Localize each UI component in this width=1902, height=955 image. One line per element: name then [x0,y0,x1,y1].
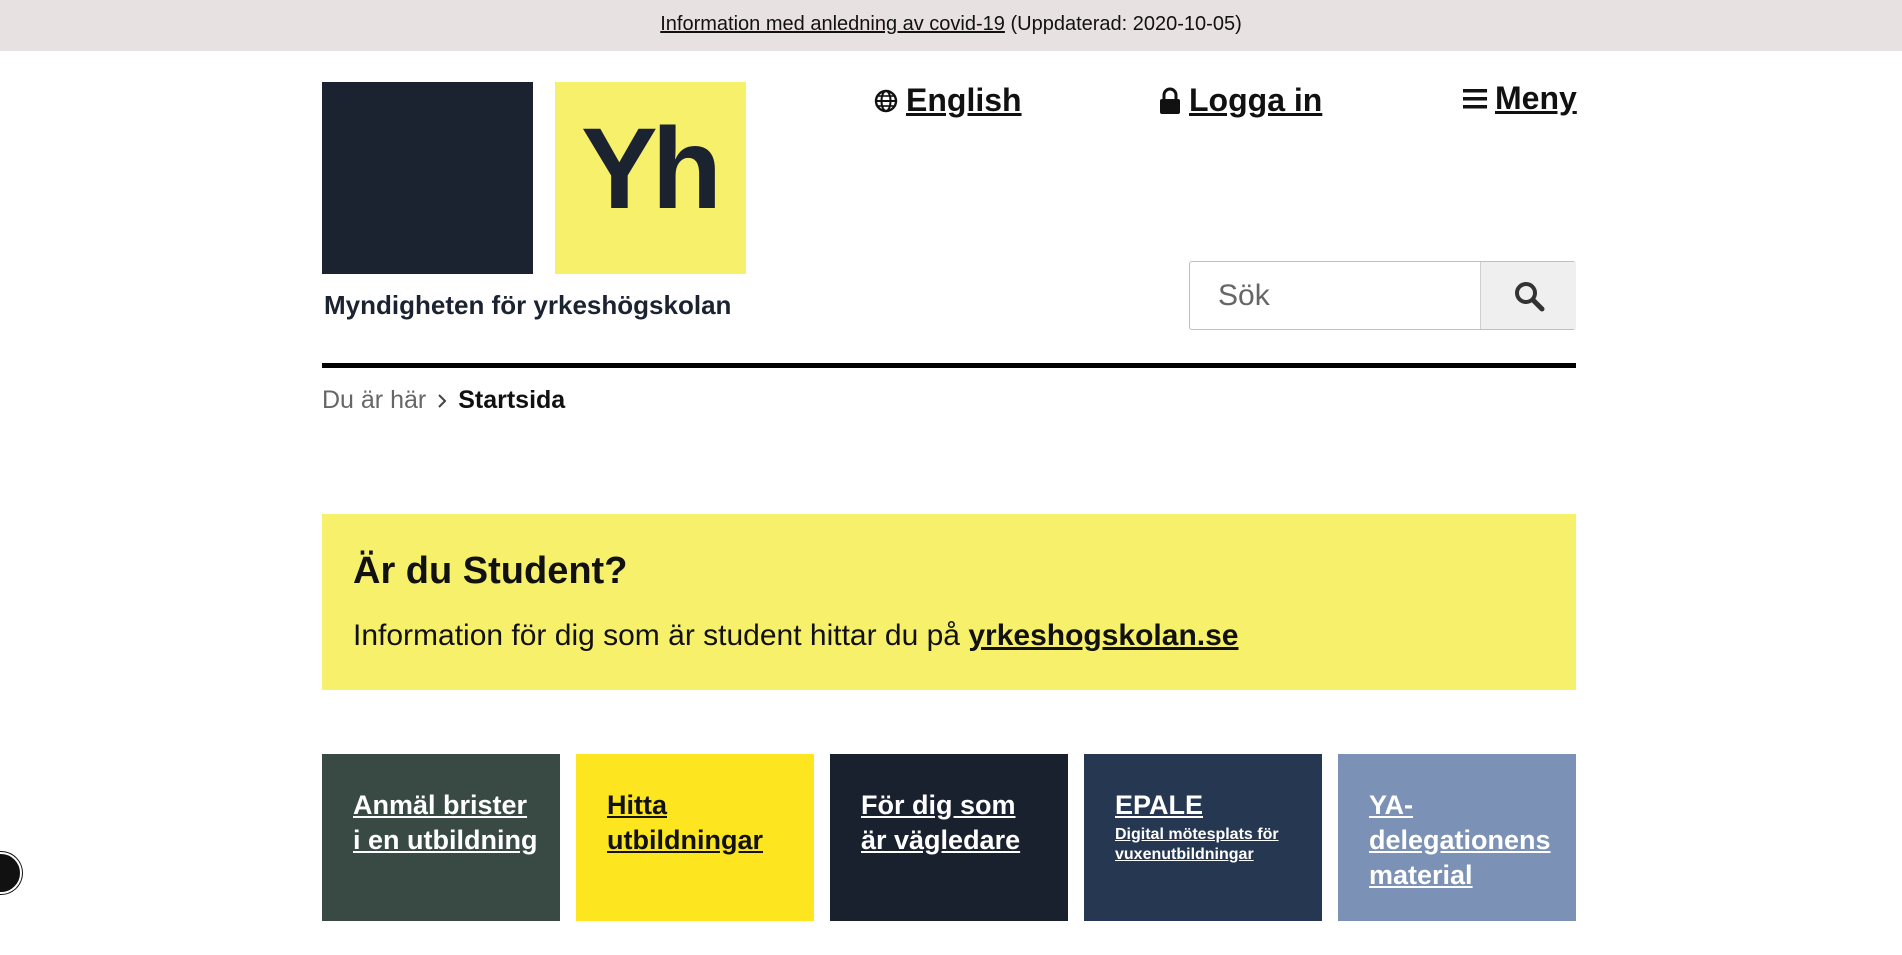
search-box [1189,261,1576,330]
tile-find-educations[interactable]: Hitta utbildningar [576,754,814,921]
student-banner-text: Information för dig som är student hitta… [353,619,1238,653]
header-divider [322,363,1576,368]
tile-label: YA-delegationens material [1369,790,1551,890]
logo-agency-name: Myndigheten för yrkeshögskolan [324,290,732,320]
chevron-right-icon [438,393,447,408]
menu-label: Meny [1495,80,1577,116]
tile-label: EPALE [1115,790,1204,820]
breadcrumb-label: Du är här [322,386,427,414]
logo-yh-block: Yh [555,82,746,274]
student-banner-link[interactable]: yrkeshogskolan.se [968,619,1238,652]
tile-ya-delegation-material[interactable]: YA-delegationens material [1338,754,1576,921]
login-link[interactable]: Logga in [1159,82,1322,119]
language-english-label: English [906,82,1022,118]
tile-for-counselors[interactable]: För dig som är vägledare [830,754,1068,921]
logo-m-glyph: M [322,82,533,274]
student-banner-title: Är du Student? [353,550,628,592]
search-button[interactable] [1480,262,1576,329]
search-input[interactable] [1190,262,1476,329]
breadcrumb: Du är här Startsida [322,386,565,415]
logo-m-block: M [322,82,533,274]
tile-label: Hitta utbildningar [607,790,763,855]
tile-label: För dig som är vägledare [861,790,1021,855]
tile-report-deficiencies[interactable]: Anmäl brister i en utbildning [322,754,560,921]
hamburger-icon [1463,88,1487,108]
lock-icon [1160,87,1180,114]
student-banner: Är du Student? Information för dig som ä… [322,514,1576,690]
breadcrumb-current: Startsida [458,386,566,414]
language-english-link[interactable]: English [874,82,1022,119]
menu-button[interactable]: Meny [1463,80,1577,117]
page-container: M Yh Myndigheten för yrkeshögskolan Engl… [322,0,1577,955]
login-label: Logga in [1189,82,1323,118]
tile-label: Anmäl brister i en utbildning [353,790,538,855]
logo-m-text: M [322,82,533,274]
student-banner-body: Information för dig som är student hitta… [353,619,960,652]
tile-sublabel: Digital mötesplats för vuxenutbildningar [1115,826,1279,863]
globe-icon [874,89,898,112]
tile-epale[interactable]: EPALE Digital mötesplats för vuxenutbild… [1084,754,1322,921]
shortcut-tiles: Anmäl brister i en utbildning Hitta utbi… [322,754,1576,921]
search-icon [1514,281,1544,311]
logo-yh-text: Yh [581,105,722,233]
accessibility-toggle-button[interactable] [0,852,22,894]
